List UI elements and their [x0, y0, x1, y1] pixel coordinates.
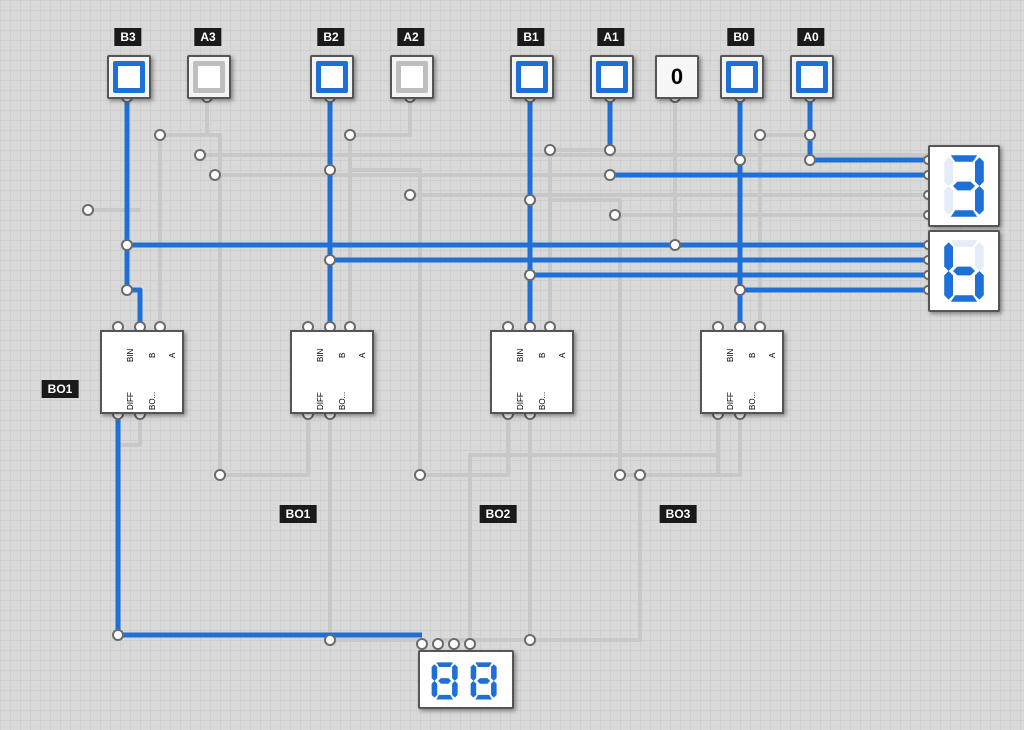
label-bo1: BO1 [280, 505, 317, 523]
switch-a2[interactable] [390, 55, 434, 99]
label-b1: B1 [517, 28, 544, 46]
label-bo3: BO3 [660, 505, 697, 523]
pin-label-a: A [558, 353, 567, 358]
hex-display-a[interactable] [928, 145, 1000, 227]
pin-label-a: A [168, 353, 177, 358]
label-b2: B2 [317, 28, 344, 46]
pin-label-diff: DIFF [516, 392, 525, 410]
pin-label-a: A [358, 353, 367, 358]
label-b0: B0 [727, 28, 754, 46]
pin-label-diff: DIFF [126, 392, 135, 410]
label-b3: B3 [114, 28, 141, 46]
pin-label-diff: DIFF [316, 392, 325, 410]
switch-a1[interactable] [590, 55, 634, 99]
switch-a0[interactable] [790, 55, 834, 99]
label-bo2: BO2 [480, 505, 517, 523]
pin-label-bo: BO... [338, 392, 347, 410]
full-subtractor-3[interactable]: A B BIN BO... DIFF [100, 330, 184, 414]
pin-label-b: B [338, 353, 347, 358]
switch-b3[interactable] [107, 55, 151, 99]
hex-display-result[interactable] [418, 650, 514, 709]
pin-label-bin: BIN [516, 349, 525, 362]
switch-b0[interactable] [720, 55, 764, 99]
pin-label-diff: DIFF [726, 392, 735, 410]
pin-label-bin: BIN [126, 349, 135, 362]
pin-label-b: B [148, 353, 157, 358]
label-a3: A3 [194, 28, 221, 46]
label-a2: A2 [397, 28, 424, 46]
hex-display-b[interactable] [928, 230, 1000, 312]
pin-label-bo: BO... [748, 392, 757, 410]
pin-label-b: B [748, 353, 757, 358]
label-a0: A0 [797, 28, 824, 46]
pin-label-bin: BIN [726, 349, 735, 362]
label-a1: A1 [597, 28, 624, 46]
full-subtractor-1[interactable]: A B BIN BO... DIFF [490, 330, 574, 414]
switch-b1[interactable] [510, 55, 554, 99]
switch-a3[interactable] [187, 55, 231, 99]
pin-label-a: A [768, 353, 777, 358]
pin-label-bo: BO... [148, 392, 157, 410]
pin-label-bin: BIN [316, 349, 325, 362]
label-bo1-left: BO1 [42, 380, 79, 398]
full-subtractor-0[interactable]: A B BIN BO... DIFF [700, 330, 784, 414]
pin-label-bo: BO... [538, 392, 547, 410]
switch-b2[interactable] [310, 55, 354, 99]
full-subtractor-2[interactable]: A B BIN BO... DIFF [290, 330, 374, 414]
pin-label-b: B [538, 353, 547, 358]
constant-zero[interactable]: 0 [655, 55, 699, 99]
